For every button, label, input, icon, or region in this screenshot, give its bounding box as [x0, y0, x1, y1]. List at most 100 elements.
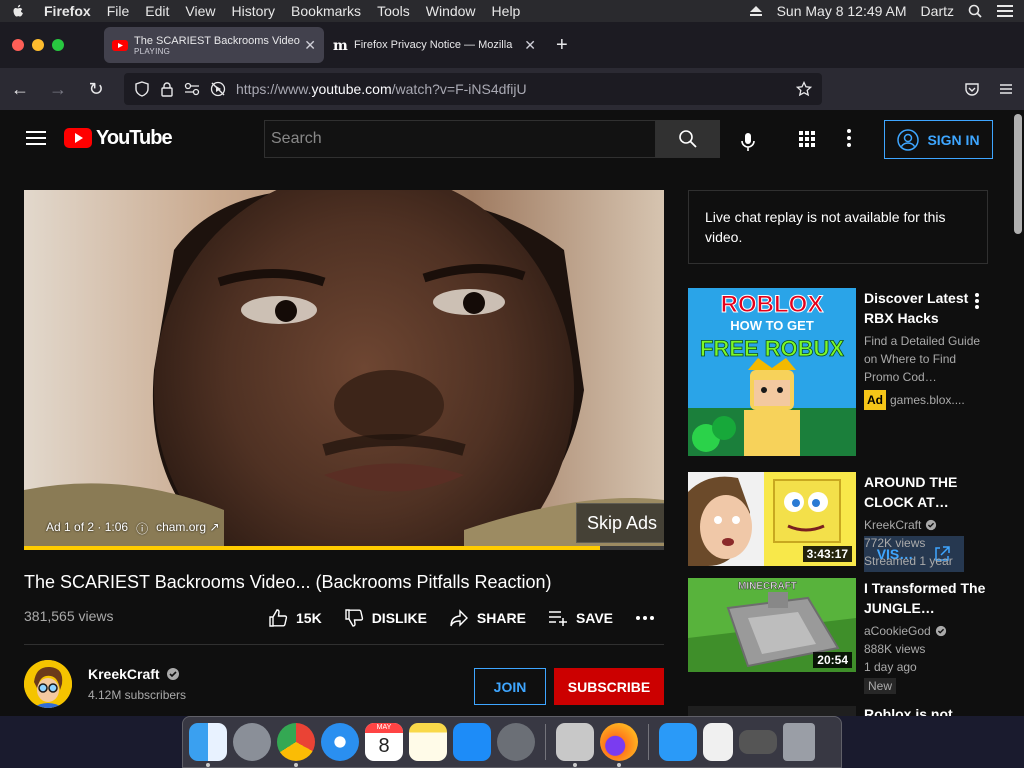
channel-row: KreekCraft 4.12M subscribers	[24, 660, 186, 708]
finder-icon[interactable]	[189, 723, 227, 767]
mozilla-favicon-icon: m	[332, 37, 348, 53]
menu-view[interactable]: View	[185, 3, 215, 19]
verified-check-icon	[926, 519, 937, 531]
app-store-folder-icon[interactable]	[659, 723, 697, 761]
app-store-icon[interactable]	[453, 723, 491, 761]
search-input[interactable]: Search	[264, 120, 656, 158]
video-frame-image	[24, 190, 664, 550]
video-player[interactable]: Skip Ads	[24, 190, 664, 550]
lock-icon[interactable]	[160, 81, 174, 97]
rec-views: 772K views	[864, 536, 926, 550]
navigation-toolbar: ← → ↻ https://www.youtube.com/watch?v=F-…	[0, 68, 1024, 110]
minimize-window-button[interactable]	[32, 39, 44, 51]
menu-app-name[interactable]: Firefox	[44, 3, 91, 19]
rec-item[interactable]: Roblox is not	[688, 706, 988, 716]
firefox-icon[interactable]	[600, 723, 638, 767]
shield-icon[interactable]	[134, 81, 150, 97]
archive-icon[interactable]	[556, 723, 594, 767]
rec-item-ad[interactable]: ROBLOX HOW TO GET FREE ROBUX Discover La…	[688, 288, 988, 456]
tab-youtube[interactable]: The SCARIEST Backrooms Video PLAYING ✕	[104, 27, 324, 63]
youtube-page: YouTube Search SIGN IN Skip Ads Ad 1 of …	[0, 110, 1024, 716]
notes-icon[interactable]	[409, 723, 447, 761]
sign-in-button[interactable]: SIGN IN	[884, 120, 993, 159]
tab-strip: The SCARIEST Backrooms Video PLAYING ✕ m…	[0, 22, 1024, 68]
search-button[interactable]	[656, 120, 720, 158]
tab-title: The SCARIEST Backrooms Video	[134, 34, 300, 47]
rec-item[interactable]: MINECRAFT 20:54 I Transformed The JUNGLE…	[688, 578, 988, 694]
rec-title: AROUND THE CLOCK AT…	[864, 474, 958, 510]
save-button[interactable]: SAVE	[548, 608, 613, 628]
rec-thumbnail[interactable]: ROBLOX HOW TO GET FREE ROBUX	[688, 288, 856, 456]
clock[interactable]: Sun May 8 12:49 AM	[777, 3, 907, 19]
like-button[interactable]: 15K	[268, 608, 322, 628]
close-window-button[interactable]	[12, 39, 24, 51]
bookmark-star-icon[interactable]	[796, 81, 812, 97]
document-icon[interactable]	[703, 723, 733, 761]
menu-window[interactable]: Window	[426, 3, 476, 19]
calendar-icon[interactable]: MAY 8	[365, 723, 403, 761]
skip-next-icon	[663, 516, 664, 530]
spotlight-search-icon[interactable]	[968, 4, 982, 18]
share-button[interactable]: SHARE	[449, 608, 526, 628]
rec-thumbnail[interactable]	[688, 706, 856, 716]
reload-icon[interactable]: ↻	[86, 79, 106, 100]
chrome-icon[interactable]	[277, 723, 315, 767]
new-tab-icon[interactable]: +	[556, 34, 568, 57]
menu-tools[interactable]: Tools	[377, 3, 410, 19]
menu-edit[interactable]: Edit	[145, 3, 169, 19]
launchpad-icon[interactable]	[233, 723, 271, 761]
tab-privacy-notice[interactable]: m Firefox Privacy Notice — Mozilla ✕	[324, 27, 544, 63]
autoplay-blocked-icon[interactable]	[210, 81, 226, 97]
system-preferences-icon[interactable]	[497, 723, 535, 761]
back-icon[interactable]: ←	[10, 79, 30, 100]
apps-grid-icon[interactable]	[798, 130, 816, 148]
svg-text:m: m	[333, 38, 348, 53]
voice-search-button[interactable]	[730, 124, 766, 160]
safari-icon[interactable]	[321, 723, 359, 761]
scrollbar-thumb[interactable]	[1014, 114, 1022, 234]
channel-name[interactable]: KreekCraft	[88, 666, 186, 682]
pocket-icon[interactable]	[964, 81, 980, 97]
rec-channel: aCookieGod	[864, 622, 986, 640]
guide-menu-icon[interactable]	[26, 131, 46, 145]
menu-history[interactable]: History	[231, 3, 275, 19]
channel-avatar[interactable]	[24, 660, 72, 708]
zoom-window-button[interactable]	[52, 39, 64, 51]
youtube-logo[interactable]: YouTube	[64, 127, 173, 150]
info-icon[interactable]: ⓘ	[136, 520, 148, 537]
ad-progress-bar[interactable]	[24, 546, 664, 550]
tab-playing-label[interactable]: PLAYING	[134, 47, 304, 56]
control-center-icon[interactable]	[996, 4, 1014, 18]
forward-icon[interactable]: →	[48, 79, 68, 100]
menu-help[interactable]: Help	[492, 3, 521, 19]
join-button[interactable]: JOIN	[474, 668, 546, 705]
subscribe-button[interactable]: SUBSCRIBE	[554, 668, 664, 705]
ad-domain-link[interactable]: cham.org ↗	[156, 520, 219, 537]
rec-thumbnail[interactable]: 3:43:17	[688, 472, 856, 566]
rec-more-icon[interactable]	[974, 292, 980, 310]
rec-age: 1 day ago	[864, 660, 917, 674]
rec-thumbnail[interactable]: MINECRAFT 20:54	[688, 578, 856, 672]
url-bar[interactable]: https://www.youtube.com/watch?v=F-iNS4df…	[124, 73, 822, 105]
permissions-icon[interactable]	[184, 82, 200, 96]
close-tab-icon[interactable]: ✕	[304, 37, 316, 54]
page-scrollbar[interactable]	[1012, 110, 1024, 716]
eject-icon[interactable]	[749, 5, 763, 17]
keyboard-icon[interactable]	[739, 730, 777, 754]
ad-counter: Ad 1 of 2 · 1:06	[46, 520, 129, 534]
rec-item[interactable]: 3:43:17 AROUND THE CLOCK AT… KreekCraft …	[688, 472, 988, 568]
more-actions-icon[interactable]	[635, 615, 655, 621]
close-tab-icon[interactable]: ✕	[524, 37, 536, 54]
menu-bookmarks[interactable]: Bookmarks	[291, 3, 361, 19]
skip-ads-button[interactable]: Skip Ads	[576, 503, 664, 543]
user-name[interactable]: Dartz	[921, 3, 954, 19]
settings-more-icon[interactable]	[846, 128, 852, 148]
account-icon	[897, 128, 920, 151]
dislike-button[interactable]: DISLIKE	[344, 608, 427, 628]
thumbs-up-icon	[269, 609, 288, 627]
trash-icon[interactable]	[783, 723, 815, 761]
app-menu-icon[interactable]	[998, 82, 1014, 96]
menu-file[interactable]: File	[107, 3, 130, 19]
rec-title: Roblox is not	[864, 706, 953, 716]
apple-icon[interactable]	[10, 3, 26, 19]
